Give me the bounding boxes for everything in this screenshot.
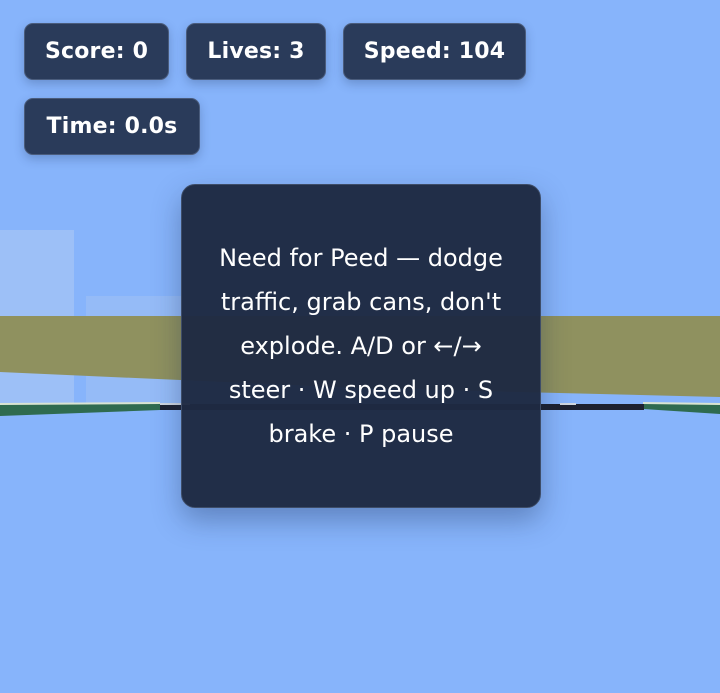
lives-display: Lives: 3 [186,23,326,80]
roadside-strip-left [0,403,160,416]
score-display: Score: 0 [24,23,169,80]
time-display: Time: 0.0s [24,98,200,155]
start-overlay[interactable]: Need for Peed — dodge traffic, grab cans… [181,184,541,508]
game-viewport[interactable]: Score: 0 Lives: 3 Speed: 104 Time: 0.0s … [0,0,720,693]
instructions-text: Need for Peed — dodge traffic, grab cans… [219,244,503,448]
speed-display: Speed: 104 [343,23,526,80]
